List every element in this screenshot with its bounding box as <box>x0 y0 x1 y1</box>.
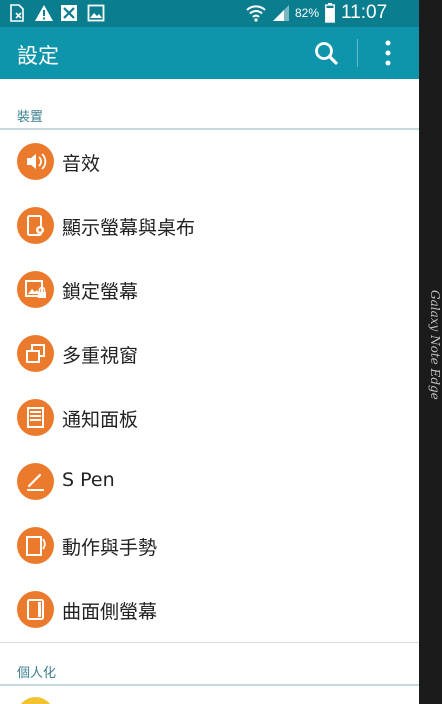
battery-icon <box>325 3 335 23</box>
settings-item-edge-screen[interactable]: 曲面側螢幕 <box>0 578 419 643</box>
settings-item-label: S Pen <box>62 469 115 491</box>
settings-item-notification-panel[interactable]: 通知面板 <box>0 386 419 451</box>
search-button[interactable] <box>310 37 342 69</box>
section-header-label: 個人化 <box>17 666 57 681</box>
warning-icon <box>35 5 53 21</box>
s-pen-icon <box>17 463 54 500</box>
sound-icon <box>17 143 54 180</box>
settings-item-label: 曲面側螢幕 <box>62 601 158 623</box>
settings-item-multi-window[interactable]: 多重視窗 <box>0 322 419 387</box>
partial-settings-item-icon[interactable] <box>17 697 54 704</box>
battery-percent: 82% <box>295 6 320 20</box>
app-bar: 設定 <box>0 27 419 79</box>
settings-item-label: 多重視窗 <box>62 345 139 367</box>
motion-gesture-icon <box>17 527 54 564</box>
section-header-label: 裝置 <box>17 110 44 125</box>
section-header-device: 裝置 <box>0 100 419 130</box>
lock-screen-icon <box>17 271 54 308</box>
settings-item-label: 顯示螢幕與桌布 <box>62 217 196 239</box>
wifi-icon <box>246 5 266 22</box>
edge-screen-icon <box>17 591 54 628</box>
settings-item-lock-screen[interactable]: 鎖定螢幕 <box>0 258 419 323</box>
device-model-label: Galaxy Note Edge <box>428 290 442 400</box>
more-options-button[interactable] <box>373 37 403 69</box>
app-bar-divider <box>357 39 358 67</box>
multi-window-icon <box>17 335 54 372</box>
settings-item-label: 通知面板 <box>62 409 139 431</box>
settings-item-label: 鎖定螢幕 <box>62 281 139 303</box>
settings-item-display[interactable]: 顯示螢幕與桌布 <box>0 194 419 259</box>
signal-icon <box>273 5 289 21</box>
page-title: 設定 <box>17 44 59 68</box>
more-vert-icon <box>385 40 391 66</box>
blocked-image-icon <box>61 5 77 21</box>
display-icon <box>17 207 54 244</box>
section-header-personalization: 個人化 <box>0 656 419 686</box>
search-icon <box>315 42 338 65</box>
settings-item-motion-gesture[interactable]: 動作與手勢 <box>0 514 419 579</box>
clock: 11:07 <box>341 2 388 23</box>
picture-icon <box>87 4 105 22</box>
status-bar: 82% 11:07 <box>0 0 419 27</box>
settings-item-s-pen[interactable]: S Pen <box>0 450 419 515</box>
settings-screen: 82% 11:07 設定 裝置 音效 顯示螢幕與桌布 鎖定螢幕 多重視窗 通知面… <box>0 0 419 704</box>
settings-item-sound[interactable]: 音效 <box>0 130 419 195</box>
settings-item-label: 動作與手勢 <box>62 537 158 559</box>
settings-item-label: 音效 <box>62 153 101 175</box>
notification-panel-icon <box>17 399 54 436</box>
sim-error-icon <box>10 4 24 22</box>
